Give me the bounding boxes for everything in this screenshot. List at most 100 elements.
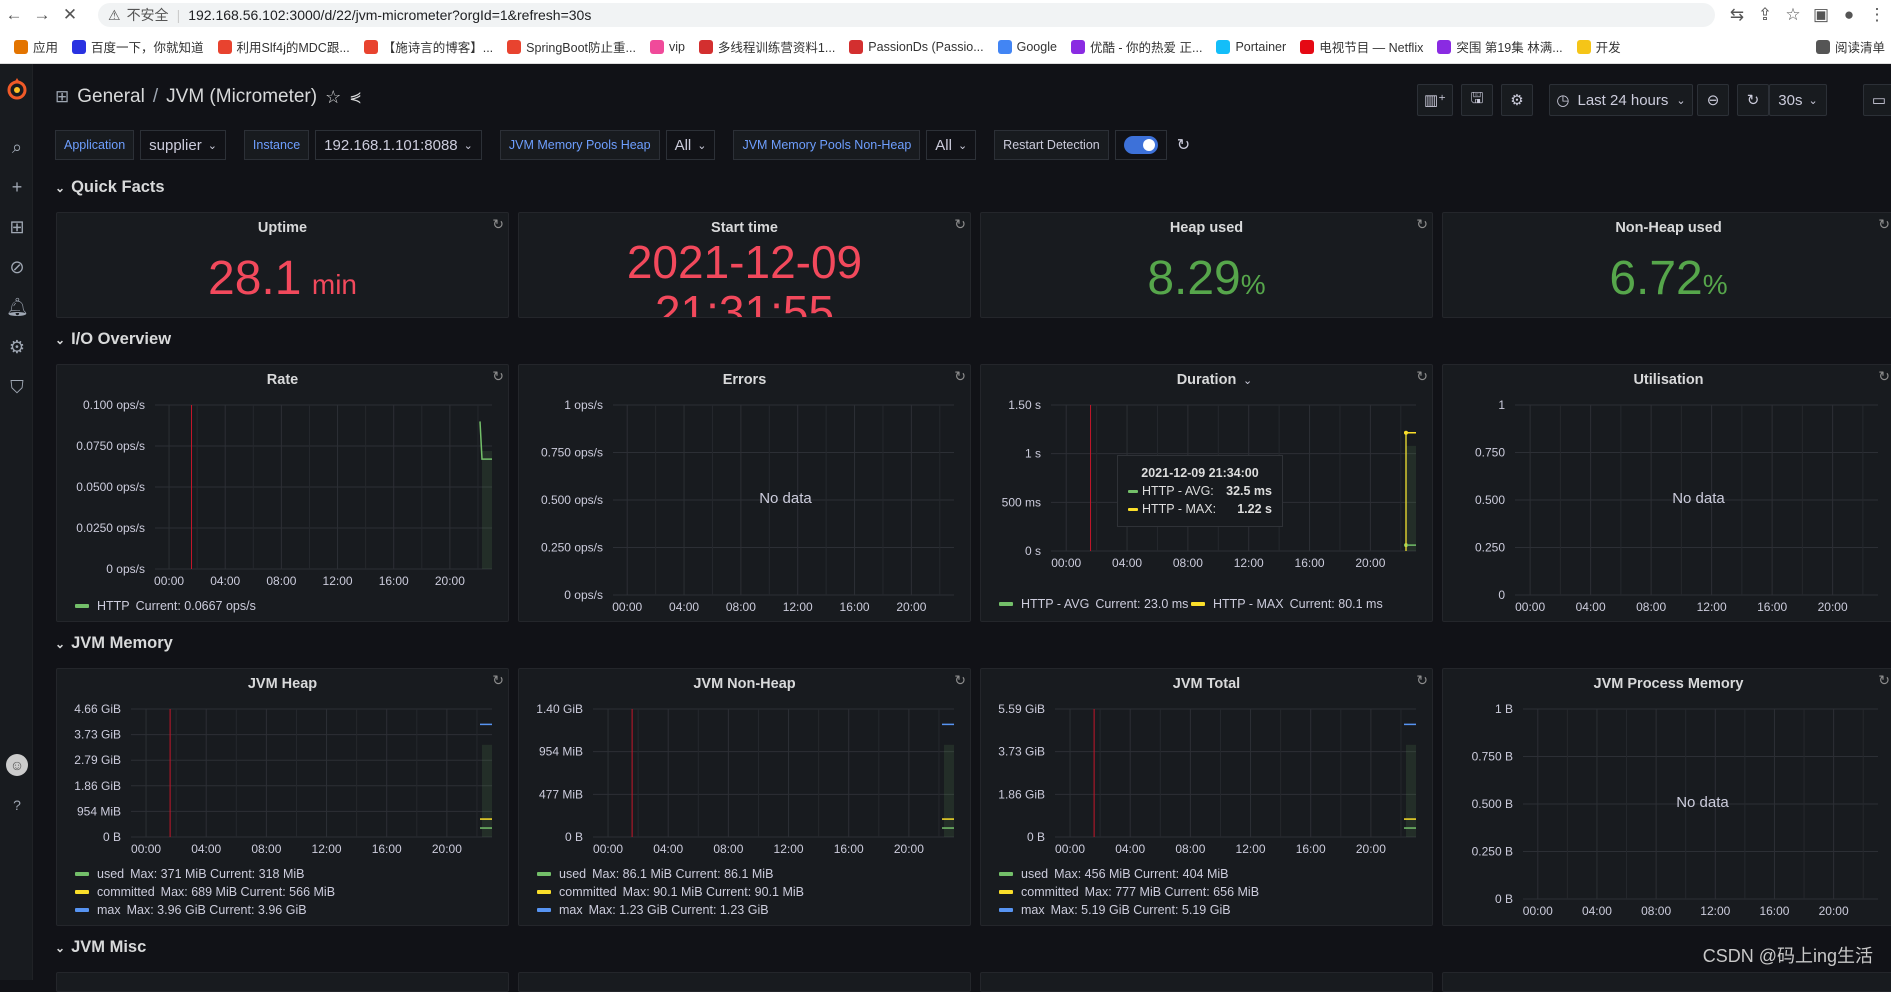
bookmark-item[interactable]: 【施诗言的博客】... (364, 37, 493, 56)
legend-item[interactable]: maxMax: 5.19 GiB Current: 5.19 GiB (999, 903, 1231, 917)
bookmark-label: PassionDs (Passio... (868, 40, 983, 54)
time-range-picker[interactable]: ◷ Last 24 hours ⌄ (1549, 84, 1693, 116)
legend-item[interactable]: HTTPCurrent: 0.0667 ops/s (75, 599, 256, 613)
dashboards-icon[interactable]: ⊞ (6, 216, 28, 238)
dashboard-title[interactable]: JVM (Micrometer) (166, 86, 317, 108)
share-dashboard-icon[interactable]: ⋞ (349, 88, 362, 106)
row-io-overview[interactable]: ⌄I/O Overview (55, 330, 171, 349)
panel-jvm-non-heap[interactable]: JVM Non-Heap↻1.40 GiB954 MiB477 MiB0 B00… (518, 668, 971, 926)
translate-icon[interactable]: ⇆ (1723, 5, 1751, 25)
y-tick-label: 954 MiB (77, 804, 121, 818)
search-icon[interactable]: ⌕ (6, 136, 28, 158)
help-icon[interactable]: ? (6, 794, 28, 816)
y-tick-label: 0 ops/s (106, 562, 145, 576)
tv-mode-button[interactable]: ▭ (1863, 84, 1891, 116)
panel-errors[interactable]: Errors↻1 ops/s0.750 ops/s0.500 ops/s0.25… (518, 364, 971, 622)
row-title: JVM Misc (71, 938, 146, 956)
panel-jvm-heap[interactable]: JVM Heap↻4.66 GiB3.73 GiB2.79 GiB1.86 Gi… (56, 668, 509, 926)
forward-icon[interactable]: → (28, 5, 56, 25)
refresh-button[interactable]: ↻ (1737, 84, 1769, 116)
legend-item[interactable]: maxMax: 1.23 GiB Current: 1.23 GiB (537, 903, 769, 917)
bookmark-favicon-icon (14, 40, 28, 54)
share-icon[interactable]: ⇪ (1751, 5, 1779, 25)
url-text[interactable]: 192.168.56.102:3000/d/22/jvm-micrometer?… (188, 7, 591, 23)
legend-item[interactable]: committedMax: 777 MiB Current: 656 MiB (999, 885, 1259, 899)
refresh-icon: ↻ (1878, 216, 1890, 233)
bookmark-label: 多线程训练营资料1... (718, 37, 835, 56)
panel-utilisation[interactable]: Utilisation↻10.7500.5000.250000:0004:000… (1442, 364, 1891, 622)
add-panel-button[interactable]: ▥⁺ (1417, 84, 1453, 116)
bookmark-label: 利用Slf4j的MDC跟... (237, 37, 350, 56)
bookmark-item[interactable]: vip (650, 40, 685, 54)
x-tick-label: 16:00 (372, 842, 402, 856)
bookmark-item[interactable]: 优酷 - 你的热爱 正... (1071, 37, 1203, 56)
bookmark-item[interactable]: 多线程训练营资料1... (699, 37, 835, 56)
star-icon[interactable]: ☆ (325, 87, 341, 108)
bookmark-item[interactable]: Portainer (1216, 40, 1286, 54)
folder-link[interactable]: General (77, 86, 145, 108)
row-quick-facts[interactable]: ⌄Quick Facts (55, 178, 165, 197)
panel-heap-used[interactable]: Heap used ↻ 8.29% (980, 212, 1433, 318)
legend-stats: Current: 0.0667 ops/s (136, 599, 256, 613)
panel-start-time[interactable]: Start time ↻ 2021-12-09 21:31:55 (518, 212, 971, 318)
user-avatar-icon[interactable]: ☺ (6, 754, 28, 776)
dashboard-settings-button[interactable]: ⚙ (1501, 84, 1533, 116)
bookmark-item[interactable]: 阅读清单 (1816, 37, 1885, 56)
bookmark-item[interactable]: 突围 第19集 林满... (1437, 37, 1562, 56)
row-jvm-misc[interactable]: ⌄JVM Misc (55, 938, 146, 957)
menu-icon[interactable]: ⋮ (1863, 5, 1891, 25)
legend-item[interactable]: usedMax: 86.1 MiB Current: 86.1 MiB (537, 867, 773, 881)
chevron-down-icon: ⌄ (55, 333, 65, 347)
legend-item[interactable]: usedMax: 371 MiB Current: 318 MiB (75, 867, 304, 881)
legend-swatch (75, 604, 89, 608)
create-icon[interactable]: + (6, 176, 28, 198)
x-tick-label: 20:00 (1356, 842, 1386, 856)
profile-icon[interactable]: ● (1835, 5, 1863, 25)
bookmark-item[interactable]: 利用Slf4j的MDC跟... (218, 37, 350, 56)
explore-icon[interactable]: ⊘ (6, 256, 28, 278)
bookmark-item[interactable]: 开发 (1577, 37, 1621, 56)
variable-select[interactable]: 192.168.1.101:8088⌄ (315, 130, 482, 160)
legend-item[interactable]: maxMax: 3.96 GiB Current: 3.96 GiB (75, 903, 307, 917)
panel-duration[interactable]: Duration ⌄↻1.50 s1 s500 ms0 s00:0004:000… (980, 364, 1433, 622)
save-dashboard-button[interactable]: 🖫︎ (1461, 84, 1493, 116)
back-icon[interactable]: ← (0, 5, 28, 25)
bookmark-item[interactable]: 电视节目 — Netflix (1300, 37, 1423, 56)
legend-item[interactable]: usedMax: 456 MiB Current: 404 MiB (999, 867, 1228, 881)
refresh-variables-icon[interactable]: ↻ (1177, 135, 1190, 155)
bookmark-star-icon[interactable]: ☆ (1779, 5, 1807, 25)
bookmark-favicon-icon (1816, 40, 1830, 54)
x-tick-label: 00:00 (131, 842, 161, 856)
address-bar[interactable]: ⚠ 不安全 | 192.168.56.102:3000/d/22/jvm-mic… (98, 3, 1715, 27)
variable-select[interactable]: All⌄ (666, 130, 716, 160)
start-date-value: 2021-12-09 (519, 239, 970, 285)
panel-nonheap-used[interactable]: Non-Heap used ↻ 6.72% (1442, 212, 1891, 318)
panel-rate[interactable]: Rate↻0.100 ops/s0.0750 ops/s0.0500 ops/s… (56, 364, 509, 622)
legend-item[interactable]: committedMax: 90.1 MiB Current: 90.1 MiB (537, 885, 804, 899)
extensions-icon[interactable]: ▣ (1807, 5, 1835, 25)
row-jvm-memory[interactable]: ⌄JVM Memory (55, 634, 173, 653)
zoom-out-button[interactable]: ⊖ (1697, 84, 1729, 116)
legend-item[interactable]: HTTP - MAXCurrent: 80.1 ms (1191, 597, 1383, 611)
legend-item[interactable]: HTTP - AVGCurrent: 23.0 ms (999, 597, 1188, 611)
configuration-icon[interactable]: ⚙ (6, 336, 28, 358)
bookmark-item[interactable]: PassionDs (Passio... (849, 40, 983, 54)
grafana-logo-icon[interactable] (4, 76, 30, 102)
bookmark-item[interactable]: SpringBoot防止重... (507, 37, 636, 56)
panel-jvm-total[interactable]: JVM Total↻5.59 GiB3.73 GiB1.86 GiB0 B00:… (980, 668, 1433, 926)
restart-detection-toggle[interactable] (1115, 130, 1167, 160)
bookmark-item[interactable]: Google (998, 40, 1057, 54)
variable-select[interactable]: supplier⌄ (140, 130, 226, 160)
side-menu: ⌕ + ⊞ ⊘ 🔔︎ ⚙ ⛉ ☺ ? (0, 64, 33, 980)
panel-uptime[interactable]: Uptime ↻ 28.1 min (56, 212, 509, 318)
bookmark-item[interactable]: 百度一下，你就知道 (72, 37, 204, 56)
variable-select[interactable]: All⌄ (926, 130, 976, 160)
alerting-icon[interactable]: 🔔︎ (6, 296, 28, 318)
toggle-switch[interactable] (1124, 136, 1158, 154)
server-admin-shield-icon[interactable]: ⛉ (6, 376, 28, 398)
refresh-interval-picker[interactable]: 30s ⌄ (1769, 84, 1827, 116)
panel-jvm-process-memory[interactable]: JVM Process Memory↻1 B0.750 B0.500 B0.25… (1442, 668, 1891, 926)
bookmark-item[interactable]: 应用 (14, 37, 58, 56)
legend-item[interactable]: committedMax: 689 MiB Current: 566 MiB (75, 885, 335, 899)
reload-icon[interactable]: ✕ (56, 5, 84, 25)
